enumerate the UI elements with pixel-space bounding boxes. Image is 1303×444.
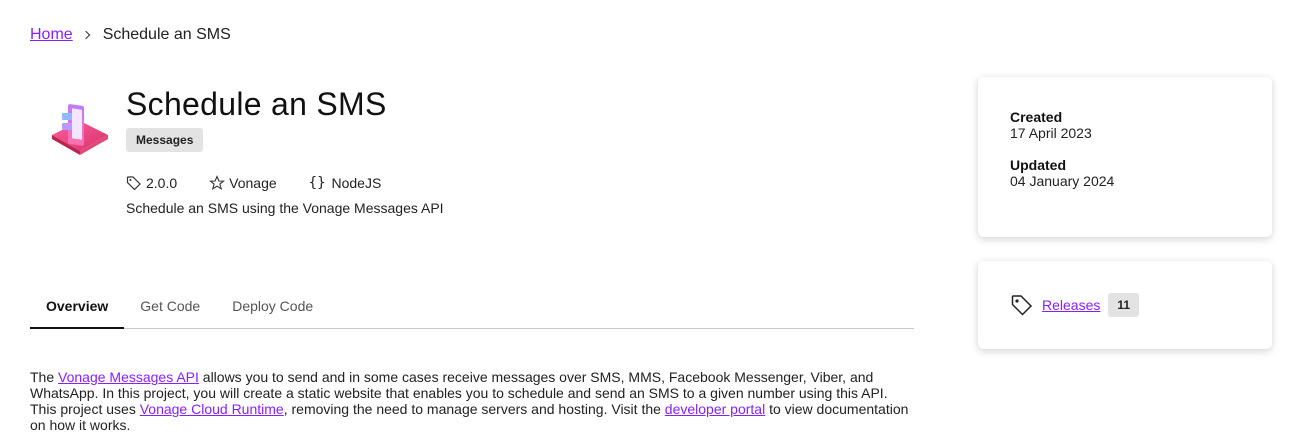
updated-value: 04 January 2024 xyxy=(1010,173,1115,189)
tag-icon xyxy=(126,176,141,191)
tab-deploy-code[interactable]: Deploy Code xyxy=(216,284,329,328)
releases-count-badge: 11 xyxy=(1108,293,1140,317)
project-description: Schedule an SMS using the Vonage Message… xyxy=(126,200,444,216)
releases-card: Releases 11 xyxy=(978,261,1272,349)
tab-overview[interactable]: Overview xyxy=(30,284,125,329)
author-meta: Vonage xyxy=(209,175,277,191)
created-value: 17 April 2023 xyxy=(1010,125,1092,141)
tag-icon xyxy=(1011,295,1033,316)
version-meta: 2.0.0 xyxy=(126,175,177,191)
tab-get-code[interactable]: Get Code xyxy=(124,284,216,328)
breadcrumb-current: Schedule an SMS xyxy=(102,26,231,43)
overview-text-3: , removing the need to manage servers an… xyxy=(283,401,665,417)
releases-link[interactable]: Releases xyxy=(1042,297,1100,313)
project-meta: 2.0.0 Vonage {} NodeJS xyxy=(126,175,413,191)
phone-messages-logo-icon xyxy=(48,95,112,159)
language-meta: {} NodeJS xyxy=(309,175,382,191)
star-icon xyxy=(209,175,226,191)
dates-card: Created 17 April 2023 Updated 04 January… xyxy=(978,77,1272,237)
author-text: Vonage xyxy=(229,175,277,191)
breadcrumb: Home Schedule an SMS xyxy=(30,26,231,44)
page-title: Schedule an SMS xyxy=(126,86,387,122)
category-badge: Messages xyxy=(126,128,204,152)
vonage-messages-api-link[interactable]: Vonage Messages API xyxy=(58,369,199,385)
created-label: Created xyxy=(1010,109,1063,125)
tab-bar: Overview Get Code Deploy Code xyxy=(30,284,914,329)
created-block: Created 17 April 2023 xyxy=(1010,109,1240,141)
updated-label: Updated xyxy=(1010,157,1066,173)
overview-paragraph: The Vonage Messages API allows you to se… xyxy=(30,369,910,433)
code-braces-icon: {} xyxy=(308,175,326,191)
overview-text-1: The xyxy=(30,369,59,385)
language-text: NodeJS xyxy=(331,175,382,191)
vonage-cloud-runtime-link[interactable]: Vonage Cloud Runtime xyxy=(140,401,284,417)
updated-block: Updated 04 January 2024 xyxy=(1010,157,1240,189)
developer-portal-link[interactable]: developer portal xyxy=(665,401,765,417)
chevron-right-icon xyxy=(83,29,91,41)
version-text: 2.0.0 xyxy=(146,175,178,191)
breadcrumb-home-link[interactable]: Home xyxy=(30,26,73,44)
project-page: Home Schedule an SMS Schedule an SMS Mes… xyxy=(0,0,1303,444)
